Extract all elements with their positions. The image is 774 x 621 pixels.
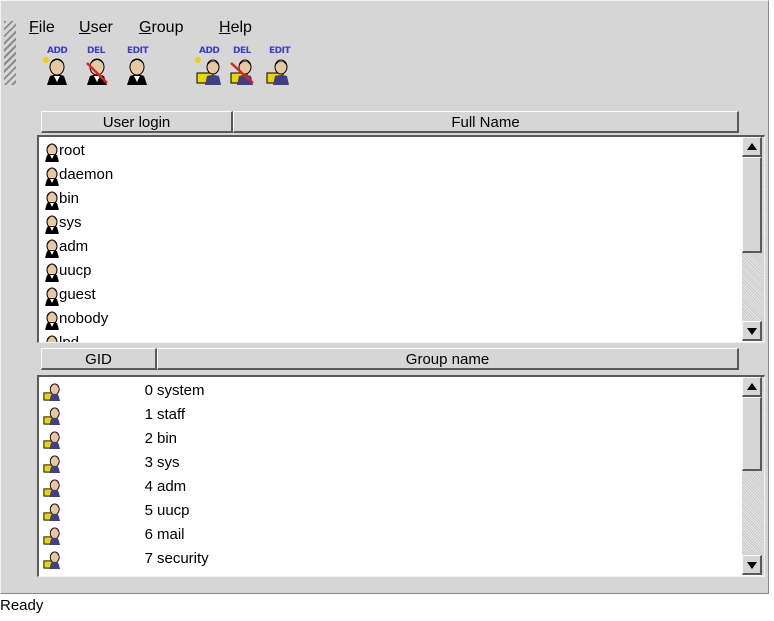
group-name: mail <box>157 526 185 543</box>
arrow-down-icon <box>747 562 757 569</box>
user-login: uucp <box>59 262 92 279</box>
group-name: adm <box>157 478 187 495</box>
toolbar-grip[interactable] <box>4 21 16 85</box>
user-login: nobody <box>59 310 109 327</box>
scroll-thumb[interactable] <box>742 397 762 471</box>
menu-mnemonic: F <box>29 19 39 36</box>
user-login: daemon <box>59 166 114 183</box>
menu-mnemonic: G <box>139 19 152 36</box>
menu-file[interactable]: File <box>29 19 55 37</box>
user-login: adm <box>59 238 89 255</box>
user-login: guest <box>59 286 96 303</box>
arrow-down-icon <box>747 328 757 335</box>
group-icon <box>43 527 61 545</box>
scroll-up-button[interactable] <box>742 377 762 397</box>
menu-help[interactable]: Help <box>219 19 252 37</box>
delete-group-button[interactable]: DEL <box>227 46 259 85</box>
user-login: root <box>59 142 85 159</box>
menu-mnemonic: U <box>79 19 91 36</box>
group-gid: 3 <box>144 454 153 471</box>
scroll-thumb[interactable] <box>742 157 762 253</box>
user-login: sys <box>59 214 82 231</box>
group-gid: 5 <box>144 502 153 519</box>
tool-label: DEL <box>87 46 105 56</box>
edit-group-button[interactable]: EDIT <box>263 46 295 85</box>
group-gid: 0 <box>144 382 153 399</box>
group-gid: 7 <box>144 550 153 567</box>
group-icon <box>43 455 61 473</box>
group-name: bin <box>157 430 178 447</box>
menu-label: elp <box>230 19 252 36</box>
menu-mnemonic: H <box>219 19 231 36</box>
arrow-up-icon <box>747 143 757 150</box>
menu-label: ile <box>38 19 55 36</box>
edit-user-button[interactable]: EDIT <box>121 46 153 85</box>
group-icon <box>43 479 61 497</box>
column-header-group-name[interactable]: Group name <box>157 348 739 370</box>
user-login: bin <box>59 190 80 207</box>
column-header-user-login[interactable]: User login <box>41 111 233 133</box>
group-name: system <box>157 382 205 399</box>
menu-label: roup <box>151 19 184 36</box>
user-list[interactable]: root daemon bin sys adm uucp guest nobod… <box>37 135 765 343</box>
add-user-button[interactable]: ADD <box>41 46 73 85</box>
tool-label: EDIT <box>127 46 149 56</box>
tool-label: ADD <box>199 46 220 56</box>
menu-group[interactable]: Group <box>139 19 183 37</box>
tool-label: EDIT <box>269 46 291 56</box>
group-gid: 2 <box>144 430 153 447</box>
scroll-down-button[interactable] <box>742 555 762 575</box>
group-name: security <box>157 550 209 567</box>
group-name: staff <box>157 406 186 423</box>
status-bar-text: Ready <box>0 597 44 614</box>
group-icon <box>43 503 61 521</box>
group-list[interactable]: 0 system 1 staff 2 bin 3 sys 4 adm 5 uuc… <box>37 375 765 577</box>
column-header-gid[interactable]: GID <box>41 348 157 370</box>
group-icon <box>43 383 61 401</box>
scroll-up-button[interactable] <box>742 137 762 157</box>
group-name: uucp <box>157 502 190 519</box>
column-header-full-name[interactable]: Full Name <box>233 111 739 133</box>
group-list-scrollbar[interactable] <box>742 377 764 575</box>
user-list-scrollbar[interactable] <box>742 137 764 341</box>
group-name: sys <box>157 454 180 471</box>
app-window: File User Group Help ADD DEL EDIT ADD DE… <box>0 0 769 594</box>
group-icon <box>43 431 61 449</box>
arrow-up-icon <box>747 383 757 390</box>
group-icon <box>43 407 61 425</box>
tool-label: DEL <box>233 46 251 56</box>
group-gid: 1 <box>144 406 153 423</box>
menu-user[interactable]: User <box>79 19 113 37</box>
group-gid: 6 <box>144 526 153 543</box>
add-group-button[interactable]: ADD <box>193 46 225 85</box>
user-login: lpd <box>59 334 80 343</box>
group-icon <box>43 551 61 569</box>
menu-label: ser <box>90 19 113 36</box>
scroll-down-button[interactable] <box>742 321 762 341</box>
delete-user-button[interactable]: DEL <box>81 46 113 85</box>
tool-label: ADD <box>47 46 68 56</box>
group-gid: 4 <box>144 478 153 495</box>
